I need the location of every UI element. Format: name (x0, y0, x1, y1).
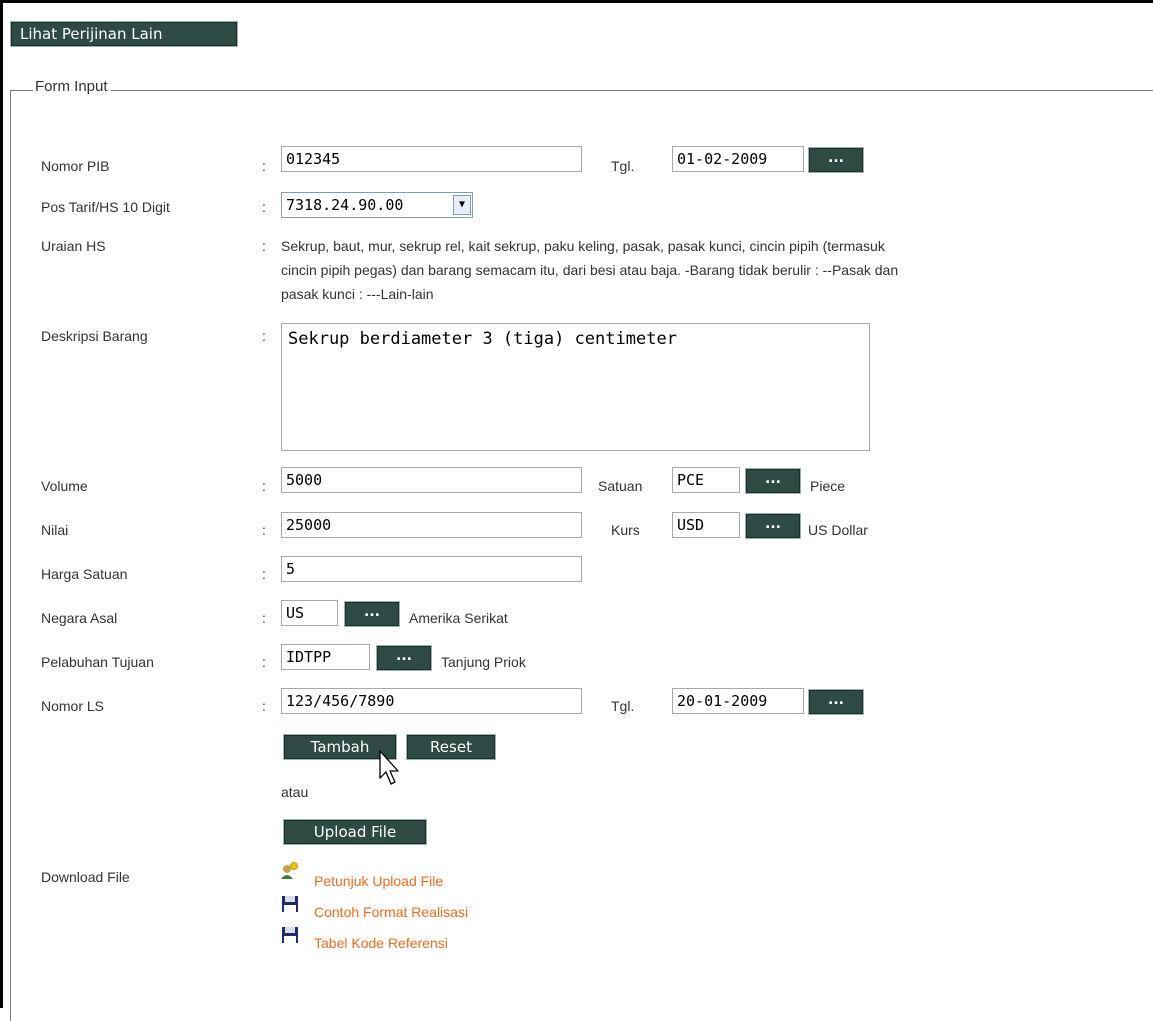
pelabuhan-name: Tanjung Priok (441, 654, 526, 670)
colon: : (262, 522, 266, 538)
harga-satuan-label: Harga Satuan (41, 566, 128, 582)
negara-asal-code-input[interactable]: US (281, 600, 338, 626)
satuan-browse-button[interactable]: ... (745, 468, 801, 494)
colon: : (262, 610, 266, 626)
reset-button[interactable]: Reset (406, 734, 496, 760)
negara-asal-label: Negara Asal (41, 610, 118, 626)
uraian-hs-label: Uraian HS (41, 238, 106, 254)
satuan-code-input[interactable]: PCE (672, 467, 740, 493)
floppy-disk-icon (282, 927, 298, 943)
pos-tarif-select[interactable]: 7318.24.90.00 ▼ (281, 192, 473, 218)
uraian-hs-line-1: Sekrup, baut, mur, sekrup rel, kait sekr… (281, 238, 885, 254)
mouse-cursor-icon (379, 750, 399, 785)
nomor-pib-input[interactable]: 012345 (281, 146, 582, 172)
nomor-pib-tgl-input[interactable]: 01-02-2009 (672, 146, 804, 172)
floppy-disk-icon (282, 896, 298, 912)
nomor-pib-date-picker-button[interactable]: ... (808, 147, 864, 173)
negara-asal-name: Amerika Serikat (409, 610, 508, 626)
kurs-label: Kurs (611, 522, 640, 538)
petunjuk-upload-file-link[interactable]: Petunjuk Upload File (314, 873, 443, 889)
volume-input[interactable]: 5000 (281, 467, 582, 493)
colon: : (262, 328, 266, 344)
colon: : (262, 698, 266, 714)
harga-satuan-input[interactable]: 5 (281, 556, 582, 582)
uraian-hs-line-3: pasak kunci : ---Lain-lain (281, 286, 434, 302)
lihat-perijinan-lain-button[interactable]: Lihat Perijinan Lain (10, 21, 238, 47)
colon: : (262, 199, 266, 215)
colon: : (262, 158, 266, 174)
contoh-format-realisasi-link[interactable]: Contoh Format Realisasi (314, 904, 468, 920)
kurs-code-input[interactable]: USD (672, 512, 740, 538)
nomor-ls-tgl-input[interactable]: 20-01-2009 (672, 688, 804, 714)
deskripsi-barang-textarea[interactable]: Sekrup berdiameter 3 (tiga) centimeter (281, 323, 870, 451)
pos-tarif-label: Pos Tarif/HS 10 Digit (41, 199, 170, 215)
pelabuhan-code-input[interactable]: IDTPP (281, 644, 370, 670)
nomor-ls-tgl-label: Tgl. (611, 698, 635, 714)
nomor-pib-tgl-label: Tgl. (611, 158, 635, 174)
colon: : (262, 478, 266, 494)
nomor-ls-label: Nomor LS (41, 698, 105, 714)
uraian-hs-line-2: cincin pipih pegas) dan barang semacam i… (281, 262, 899, 278)
atau-text: atau (281, 784, 309, 800)
kurs-browse-button[interactable]: ... (745, 513, 801, 539)
nilai-input[interactable]: 25000 (281, 512, 582, 538)
deskripsi-barang-label: Deskripsi Barang (41, 328, 148, 344)
help-user-icon (281, 862, 298, 879)
pelabuhan-browse-button[interactable]: ... (376, 645, 432, 671)
nomor-pib-label: Nomor PIB (41, 158, 110, 174)
upload-file-button[interactable]: Upload File (283, 819, 427, 845)
nomor-ls-date-picker-button[interactable]: ... (808, 689, 864, 715)
colon: : (262, 654, 266, 670)
download-file-label: Download File (41, 869, 130, 885)
chevron-down-icon[interactable]: ▼ (453, 195, 471, 215)
colon: : (262, 238, 266, 254)
satuan-label: Satuan (598, 478, 643, 494)
nilai-label: Nilai (41, 522, 69, 538)
pos-tarif-selected-value: 7318.24.90.00 (286, 196, 404, 214)
volume-label: Volume (41, 478, 88, 494)
nomor-ls-input[interactable]: 123/456/7890 (281, 688, 582, 714)
fieldset-legend: Form Input (33, 78, 111, 95)
colon: : (262, 566, 266, 582)
pelabuhan-tujuan-label: Pelabuhan Tujuan (41, 654, 154, 670)
tabel-kode-referensi-link[interactable]: Tabel Kode Referensi (314, 935, 448, 951)
satuan-name: Piece (810, 478, 846, 494)
negara-asal-browse-button[interactable]: ... (344, 601, 400, 627)
kurs-name: US Dollar (808, 522, 868, 538)
